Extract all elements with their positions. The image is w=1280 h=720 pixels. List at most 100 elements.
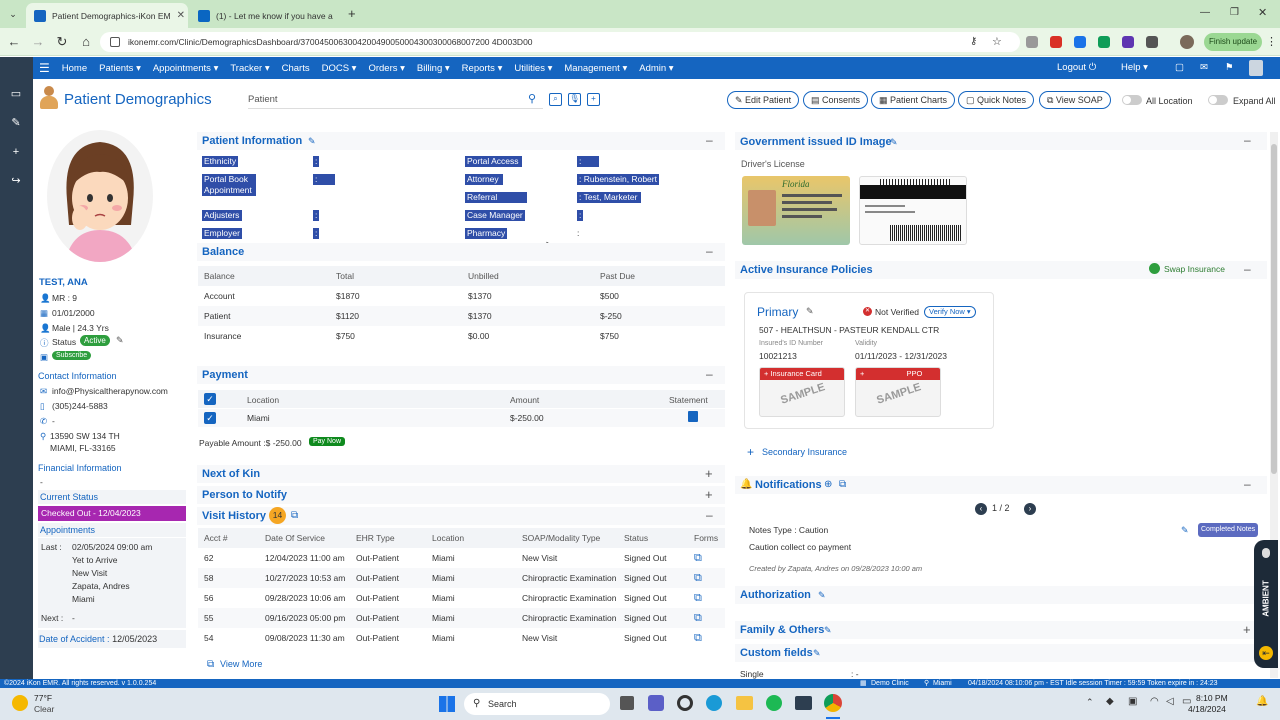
form-link-icon[interactable]: ⧉ bbox=[688, 568, 725, 588]
collapse-icon[interactable]: – bbox=[706, 133, 713, 147]
flag-icon[interactable]: ⚑ bbox=[1225, 57, 1234, 79]
minimize-icon[interactable]: — bbox=[1200, 7, 1210, 18]
family-others-title[interactable]: Family & Others bbox=[740, 624, 824, 636]
window-close-icon[interactable]: ✕ bbox=[1258, 6, 1267, 19]
acct-link[interactable]: 62 bbox=[198, 548, 259, 568]
extensions-puzzle-icon[interactable] bbox=[1146, 36, 1158, 48]
patient-search-input[interactable]: Patient bbox=[248, 94, 543, 109]
volume-icon[interactable]: ◁ bbox=[1166, 696, 1174, 707]
windows-start-icon[interactable] bbox=[439, 696, 455, 712]
add-patient-icon[interactable]: + bbox=[587, 93, 600, 106]
chat-icon[interactable]: ▢ bbox=[1175, 57, 1184, 79]
nav-reports[interactable]: Reports ▾ bbox=[462, 63, 503, 74]
person-to-notify-title[interactable]: Person to Notify bbox=[202, 489, 287, 501]
nav-admin[interactable]: Admin ▾ bbox=[639, 63, 673, 74]
address-bar[interactable]: ikonemr.com/Clinic/DemographicsDashboard… bbox=[100, 32, 1020, 52]
clock-date[interactable]: 4/18/2024 bbox=[1188, 704, 1226, 714]
hamburger-menu-icon[interactable]: ☰ bbox=[39, 61, 50, 75]
open-external-icon[interactable]: ⧉ bbox=[839, 479, 846, 490]
microphone-icon[interactable] bbox=[1262, 548, 1270, 558]
patient-email[interactable]: info@Physicaltherapynow.com bbox=[52, 386, 168, 396]
bookmark-star-icon[interactable]: ☆ bbox=[992, 35, 1002, 48]
app-icon[interactable] bbox=[795, 696, 812, 710]
nav-billing[interactable]: Billing ▾ bbox=[417, 63, 450, 74]
extension-icon[interactable] bbox=[1074, 36, 1086, 48]
teams-icon[interactable] bbox=[648, 695, 664, 711]
weather-temp[interactable]: 77°F bbox=[34, 693, 52, 703]
help-menu[interactable]: Help ▾ bbox=[1121, 57, 1148, 79]
nav-management[interactable]: Management ▾ bbox=[564, 63, 627, 74]
all-location-toggle[interactable] bbox=[1122, 95, 1142, 105]
app-tray-icon[interactable]: ▣ bbox=[1128, 696, 1137, 707]
close-icon[interactable]: ✕ bbox=[177, 10, 185, 21]
next-icon[interactable]: › bbox=[1024, 503, 1036, 515]
edit-icon[interactable]: ✎ bbox=[813, 648, 821, 659]
edit-icon[interactable]: ✎ bbox=[9, 116, 23, 130]
id-card-icon[interactable]: ▭ bbox=[9, 87, 23, 101]
next-of-kin-title[interactable]: Next of Kin bbox=[202, 468, 260, 480]
nav-docs[interactable]: DOCS ▾ bbox=[322, 63, 357, 74]
edit-status-icon[interactable]: ✎ bbox=[116, 335, 124, 346]
clock-time[interactable]: 8:10 PM bbox=[1196, 693, 1228, 703]
nav-tracker[interactable]: Tracker ▾ bbox=[230, 63, 269, 74]
search-icon[interactable]: ⚲ bbox=[528, 92, 536, 105]
collapse-ambient-icon[interactable]: ⇤ bbox=[1259, 646, 1273, 660]
subscribe-badge[interactable]: Subscribe bbox=[52, 351, 92, 360]
dropbox-icon[interactable]: ◆ bbox=[1106, 696, 1114, 707]
advanced-search-icon[interactable]: ⌕ bbox=[549, 93, 562, 106]
prev-icon[interactable]: ‹ bbox=[975, 503, 987, 515]
collapse-icon[interactable]: – bbox=[706, 508, 713, 522]
logout-button[interactable]: Logout ⏻ bbox=[1057, 57, 1096, 79]
nav-appointments[interactable]: Appointments ▾ bbox=[153, 63, 219, 74]
edge-icon[interactable] bbox=[706, 695, 722, 711]
edit-icon[interactable]: ✎ bbox=[308, 136, 316, 147]
chrome-icon[interactable] bbox=[824, 694, 842, 712]
maximize-icon[interactable]: ❐ bbox=[1230, 7, 1239, 18]
verify-now-dropdown[interactable]: Verify Now ▾ bbox=[924, 306, 976, 318]
extension-icon[interactable] bbox=[1026, 36, 1038, 48]
add-notification-icon[interactable]: ⊕ bbox=[824, 479, 832, 490]
expand-icon[interactable]: + bbox=[1243, 622, 1251, 637]
edit-icon[interactable]: ✎ bbox=[806, 306, 814, 317]
view-soap-button[interactable]: ⧉ View SOAP bbox=[1039, 91, 1111, 109]
form-link-icon[interactable]: ⧉ bbox=[688, 628, 725, 648]
nav-orders[interactable]: Orders ▾ bbox=[368, 63, 404, 74]
extension-icon[interactable] bbox=[1050, 36, 1062, 48]
plus-icon[interactable]: + bbox=[9, 145, 23, 159]
wifi-icon[interactable]: ◠ bbox=[1150, 696, 1159, 707]
collapse-icon[interactable]: – bbox=[1244, 133, 1251, 147]
collapse-icon[interactable]: – bbox=[1244, 477, 1251, 491]
edit-note-icon[interactable]: ✎ bbox=[1181, 525, 1189, 536]
tab-patient-demographics[interactable]: Patient Demographics-iKon EM ✕ bbox=[26, 3, 188, 28]
mail-icon[interactable]: ✉ bbox=[1200, 57, 1208, 79]
tab-linkedin[interactable]: (1) - Let me know if you have a ✕ bbox=[190, 3, 340, 28]
expand-icon[interactable]: + bbox=[705, 466, 713, 481]
authorization-header-bar[interactable] bbox=[735, 586, 1267, 604]
home-icon[interactable]: ⌂ bbox=[78, 34, 94, 50]
scrollbar-thumb[interactable] bbox=[1271, 144, 1277, 474]
add-secondary-icon[interactable]: + bbox=[747, 445, 754, 459]
acct-link[interactable]: 54 bbox=[198, 628, 259, 648]
swap-icon[interactable] bbox=[1149, 263, 1160, 274]
site-info-icon[interactable] bbox=[110, 37, 120, 47]
share-icon[interactable]: ↪ bbox=[9, 174, 23, 188]
extension-icon[interactable] bbox=[1098, 36, 1110, 48]
open-external-icon[interactable]: ⧉ bbox=[291, 510, 298, 521]
nav-home[interactable]: Home bbox=[62, 63, 87, 74]
edit-icon[interactable]: ✎ bbox=[890, 137, 898, 148]
tray-overflow-icon[interactable]: ⌃ bbox=[1086, 697, 1094, 708]
edit-icon[interactable]: ✎ bbox=[818, 590, 826, 601]
more-menu-icon[interactable]: ⋮ bbox=[1266, 35, 1277, 48]
collapse-icon[interactable]: – bbox=[706, 367, 713, 381]
spotify-icon[interactable] bbox=[766, 695, 782, 711]
acct-link[interactable]: 56 bbox=[198, 588, 259, 608]
secondary-insurance-link[interactable]: Secondary Insurance bbox=[762, 447, 847, 457]
ppo-card-thumbnail[interactable]: + PPO SAMPLE bbox=[855, 367, 941, 417]
task-view-icon[interactable] bbox=[620, 696, 634, 710]
weather-moon-icon[interactable] bbox=[12, 695, 28, 711]
file-explorer-icon[interactable] bbox=[736, 696, 753, 710]
new-tab-icon[interactable]: + bbox=[348, 6, 356, 21]
patient-charts-button[interactable]: ▦ Patient Charts bbox=[871, 91, 956, 109]
profile-avatar[interactable] bbox=[1180, 35, 1194, 49]
finish-update-button[interactable]: Finish update bbox=[1204, 33, 1262, 51]
